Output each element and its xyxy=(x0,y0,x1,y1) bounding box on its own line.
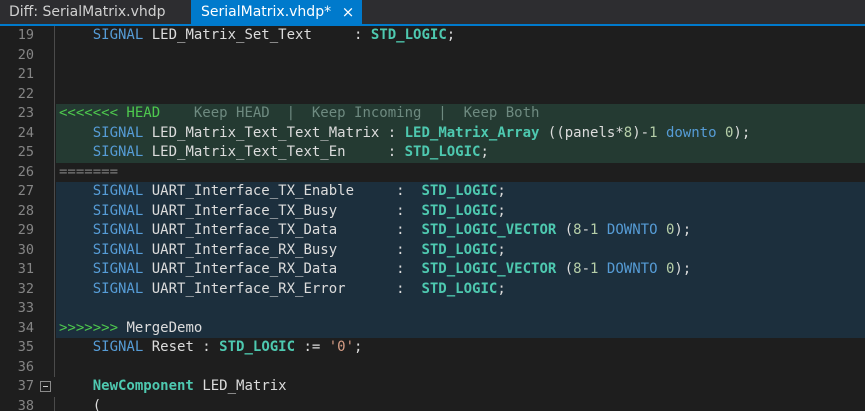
code-line: 33 xyxy=(0,299,865,319)
line-number: 35 xyxy=(17,339,34,355)
code-text: SIGNAL LED_Matrix_Set_Text : STD_LOGIC; xyxy=(92,27,456,43)
gutter-line xyxy=(54,45,55,65)
code-text: SIGNAL UART_Interface_TX_Busy : STD_LOGI… xyxy=(92,202,506,219)
line-number: 30 xyxy=(17,241,34,258)
code-text: SIGNAL LED_Matrix_Text_Text_Matrix : LED… xyxy=(92,124,751,141)
gutter-line xyxy=(54,240,55,260)
gutter-line xyxy=(54,162,55,182)
tab-label: Diff: SerialMatrix.vhdp xyxy=(9,4,166,20)
code-text: ( xyxy=(92,397,102,411)
code-line: 19 SIGNAL LED_Matrix_Set_Text : STD_LOGI… xyxy=(0,26,865,46)
gutter-line xyxy=(54,65,55,85)
code-text: >>>>>>> MergeDemo xyxy=(59,319,202,339)
line-number: 19 xyxy=(17,27,34,43)
line-number: 22 xyxy=(17,85,34,102)
incoming-change-highlight xyxy=(56,299,865,319)
collapse-icon[interactable] xyxy=(40,381,51,392)
gutter-line xyxy=(54,357,55,377)
gutter-line xyxy=(54,123,55,143)
gutter-line xyxy=(54,182,55,202)
branch-label: MergeDemo xyxy=(126,319,203,336)
code-line: 35 SIGNAL Reset : STD_LOGIC := '0'; xyxy=(0,338,865,358)
gutter-line xyxy=(54,338,55,358)
conflict-marker-incoming: >>>>>>> xyxy=(59,319,127,336)
gutter-line xyxy=(54,201,55,221)
tab-serialmatrix-active[interactable]: SerialMatrix.vhdp* × xyxy=(191,0,362,24)
code-text: SIGNAL UART_Interface_RX_Error : STD_LOG… xyxy=(92,280,506,297)
line-number: 28 xyxy=(17,202,34,219)
code-text: SIGNAL LED_Matrix_Text_Text_En : STD_LOG… xyxy=(92,144,489,160)
code-line: 22 xyxy=(0,84,865,104)
code-text: SIGNAL UART_Interface_RX_Busy : STD_LOGI… xyxy=(92,241,506,258)
line-number: 32 xyxy=(17,280,34,297)
merge-actions[interactable]: Keep HEAD | Keep Incoming | Keep Both xyxy=(160,105,540,121)
line-number: 37 xyxy=(17,378,34,394)
code-line: 21 xyxy=(0,65,865,85)
line-number: 21 xyxy=(17,66,34,82)
conflict-separator: ======= xyxy=(59,163,119,180)
line-number: 20 xyxy=(17,46,34,63)
gutter-line xyxy=(54,26,55,46)
code-line: 25 SIGNAL LED_Matrix_Text_Text_En : STD_… xyxy=(0,143,865,163)
code-text: SIGNAL UART_Interface_TX_Data : STD_LOGI… xyxy=(92,222,692,238)
code-text: NewComponent LED_Matrix xyxy=(92,378,287,394)
code-line: 37 NewComponent LED_Matrix xyxy=(0,377,865,397)
code-line: 28 SIGNAL UART_Interface_TX_Busy : STD_L… xyxy=(0,201,865,221)
code-line: 27 SIGNAL UART_Interface_TX_Enable : STD… xyxy=(0,182,865,202)
line-number: 26 xyxy=(17,163,34,180)
conflict-incoming-line: 34 >>>>>>> MergeDemo xyxy=(0,318,865,339)
code-text: SIGNAL UART_Interface_RX_Data : STD_LOGI… xyxy=(92,261,692,277)
line-number: 34 xyxy=(17,319,34,336)
gutter-line xyxy=(54,84,55,104)
line-number: 36 xyxy=(17,358,34,375)
line-number: 27 xyxy=(17,183,34,199)
code-line: 29 SIGNAL UART_Interface_TX_Data : STD_L… xyxy=(0,221,865,241)
line-number: 33 xyxy=(17,300,34,316)
code-text: <<<<<<< HEAD Keep HEAD | Keep Incoming |… xyxy=(59,104,539,124)
gutter-line xyxy=(54,221,55,241)
code-line: 38 ( xyxy=(0,396,865,411)
code-line: 36 xyxy=(0,357,865,377)
code-text: SIGNAL UART_Interface_TX_Enable : STD_LO… xyxy=(92,183,506,199)
gutter-line xyxy=(54,299,55,319)
gutter-line xyxy=(54,279,55,299)
tab-label: SerialMatrix.vhdp* xyxy=(201,4,332,20)
line-number: 31 xyxy=(17,261,34,277)
line-number: 24 xyxy=(17,124,34,141)
gutter-line xyxy=(54,396,55,411)
code-line: 31 SIGNAL UART_Interface_RX_Data : STD_L… xyxy=(0,260,865,280)
line-number: 25 xyxy=(17,144,34,160)
gutter-line xyxy=(54,260,55,280)
code-text: SIGNAL Reset : STD_LOGIC := '0'; xyxy=(92,339,363,355)
conflict-marker-head: <<<<<<< HEAD xyxy=(59,105,161,121)
conflict-head-line: 23 <<<<<<< HEAD Keep HEAD | Keep Incomin… xyxy=(0,104,865,124)
line-number: 38 xyxy=(17,397,34,411)
code-editor[interactable]: 19 SIGNAL LED_Matrix_Set_Text : STD_LOGI… xyxy=(0,26,865,411)
line-number: 29 xyxy=(17,222,34,238)
code-line: 24 SIGNAL LED_Matrix_Text_Text_Matrix : … xyxy=(0,123,865,143)
code-line: 20 xyxy=(0,45,865,65)
code-line: 30 SIGNAL UART_Interface_RX_Busy : STD_L… xyxy=(0,240,865,260)
close-icon[interactable]: × xyxy=(340,0,356,24)
gutter-line xyxy=(54,104,55,124)
gutter-line xyxy=(54,143,55,163)
line-number: 23 xyxy=(17,105,34,121)
tab-diff-serialmatrix[interactable]: Diff: SerialMatrix.vhdp xyxy=(0,0,190,24)
gutter-line xyxy=(54,318,55,338)
conflict-separator-line: 26 ======= xyxy=(0,162,865,182)
tab-bar: Diff: SerialMatrix.vhdp SerialMatrix.vhd… xyxy=(0,0,865,26)
code-line: 32 SIGNAL UART_Interface_RX_Error : STD_… xyxy=(0,279,865,299)
